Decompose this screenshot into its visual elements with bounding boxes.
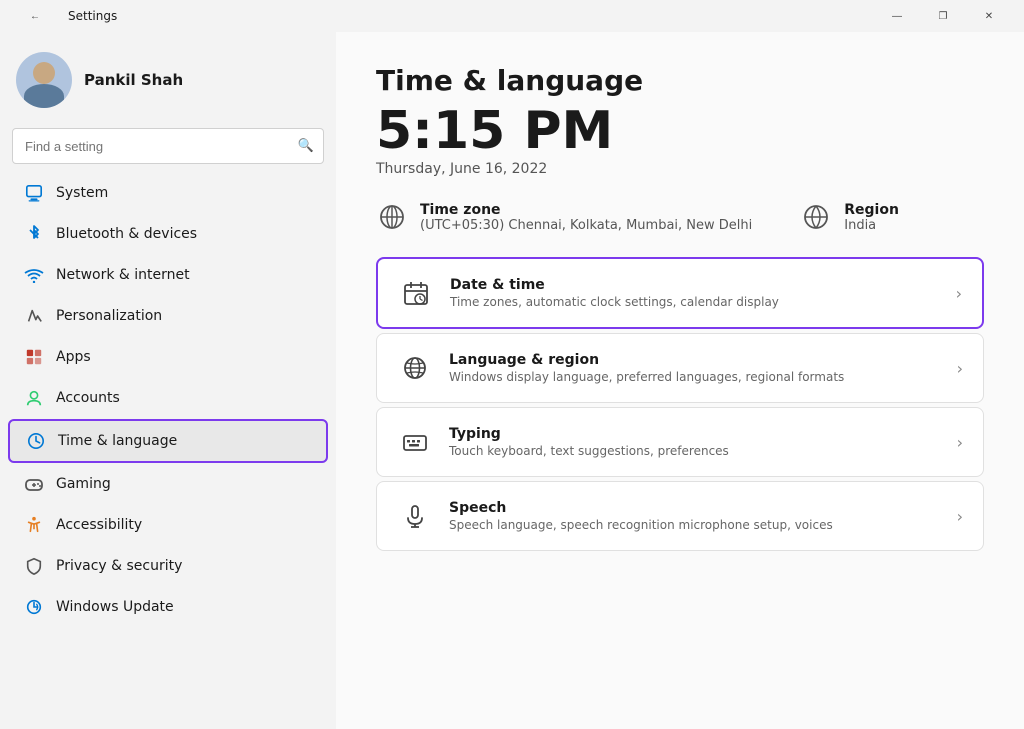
sidebar-item-system[interactable]: System bbox=[8, 173, 328, 213]
avatar-image bbox=[16, 52, 72, 108]
back-button[interactable]: ← bbox=[12, 0, 58, 32]
system-icon bbox=[24, 183, 44, 203]
timezone-icon bbox=[376, 201, 408, 233]
time-icon bbox=[26, 431, 46, 451]
date-time-title: Date & time bbox=[450, 277, 940, 293]
accessibility-icon bbox=[24, 515, 44, 535]
speech-desc: Speech language, speech recognition micr… bbox=[449, 518, 941, 532]
sidebar-item-accessibility[interactable]: Accessibility bbox=[8, 505, 328, 545]
avatar bbox=[16, 52, 72, 108]
sidebar-item-label-personalization: Personalization bbox=[56, 308, 162, 324]
sidebar-item-apps[interactable]: Apps bbox=[8, 337, 328, 377]
date-time-desc: Time zones, automatic clock settings, ca… bbox=[450, 295, 940, 309]
sidebar-item-bluetooth[interactable]: Bluetooth & devices bbox=[8, 214, 328, 254]
language-icon bbox=[397, 350, 433, 386]
language-arrow: › bbox=[957, 359, 963, 378]
gaming-icon bbox=[24, 474, 44, 494]
region-icon bbox=[800, 201, 832, 233]
region-text: Region India bbox=[844, 202, 899, 233]
typing-text: Typing Touch keyboard, text suggestions,… bbox=[449, 426, 941, 458]
content-area: Time & language 5:15 PM Thursday, June 1… bbox=[336, 32, 1024, 729]
sidebar-item-label-gaming: Gaming bbox=[56, 476, 111, 492]
region-label: Region bbox=[844, 202, 899, 218]
search-input[interactable] bbox=[12, 128, 324, 164]
language-title: Language & region bbox=[449, 352, 941, 368]
date-time-text: Date & time Time zones, automatic clock … bbox=[450, 277, 940, 309]
page-title: Time & language bbox=[376, 64, 984, 97]
app-body: Pankil Shah 🔍 System Bluetooth & devices bbox=[0, 32, 1024, 729]
titlebar-title: Settings bbox=[68, 9, 117, 23]
accounts-icon bbox=[24, 388, 44, 408]
current-date: Thursday, June 16, 2022 bbox=[376, 161, 984, 177]
region-value: India bbox=[844, 218, 899, 233]
region-info: Region India bbox=[800, 201, 899, 233]
sidebar-item-personalization[interactable]: Personalization bbox=[8, 296, 328, 336]
setting-card-speech[interactable]: Speech Speech language, speech recogniti… bbox=[376, 481, 984, 551]
sidebar-item-label-network: Network & internet bbox=[56, 267, 190, 283]
titlebar-left: ← Settings bbox=[12, 0, 117, 32]
user-name: Pankil Shah bbox=[84, 71, 183, 89]
timezone-value: (UTC+05:30) Chennai, Kolkata, Mumbai, Ne… bbox=[420, 218, 752, 233]
sidebar-item-label-privacy: Privacy & security bbox=[56, 558, 182, 574]
setting-card-date-time[interactable]: Date & time Time zones, automatic clock … bbox=[376, 257, 984, 329]
sidebar-item-network[interactable]: Network & internet bbox=[8, 255, 328, 295]
timezone-label: Time zone bbox=[420, 202, 752, 218]
sidebar-nav: System Bluetooth & devices Network & int… bbox=[0, 172, 336, 628]
typing-icon bbox=[397, 424, 433, 460]
user-section: Pankil Shah bbox=[0, 32, 336, 124]
sidebar-item-label-accounts: Accounts bbox=[56, 390, 120, 406]
language-desc: Windows display language, preferred lang… bbox=[449, 370, 941, 384]
sidebar-item-label-apps: Apps bbox=[56, 349, 91, 365]
sidebar-item-time[interactable]: Time & language bbox=[8, 419, 328, 463]
speech-icon bbox=[397, 498, 433, 534]
date-time-arrow: › bbox=[956, 284, 962, 303]
sidebar-item-label-update: Windows Update bbox=[56, 599, 174, 615]
sidebar-item-label-time: Time & language bbox=[58, 433, 177, 449]
search-box: 🔍 bbox=[12, 128, 324, 164]
titlebar-controls: — ❐ ✕ bbox=[874, 0, 1012, 32]
update-icon bbox=[24, 597, 44, 617]
info-bar: Time zone (UTC+05:30) Chennai, Kolkata, … bbox=[376, 201, 984, 233]
sidebar-item-gaming[interactable]: Gaming bbox=[8, 464, 328, 504]
language-text: Language & region Windows display langua… bbox=[449, 352, 941, 384]
personalization-icon bbox=[24, 306, 44, 326]
apps-icon bbox=[24, 347, 44, 367]
speech-text: Speech Speech language, speech recogniti… bbox=[449, 500, 941, 532]
speech-title: Speech bbox=[449, 500, 941, 516]
typing-arrow: › bbox=[957, 433, 963, 452]
settings-list: Date & time Time zones, automatic clock … bbox=[376, 257, 984, 551]
sidebar: Pankil Shah 🔍 System Bluetooth & devices bbox=[0, 32, 336, 729]
network-icon bbox=[24, 265, 44, 285]
privacy-icon bbox=[24, 556, 44, 576]
current-time: 5:15 PM bbox=[376, 105, 984, 157]
sidebar-item-label-accessibility: Accessibility bbox=[56, 517, 142, 533]
minimize-button[interactable]: — bbox=[874, 0, 920, 32]
maximize-button[interactable]: ❐ bbox=[920, 0, 966, 32]
setting-card-language[interactable]: Language & region Windows display langua… bbox=[376, 333, 984, 403]
sidebar-item-label-bluetooth: Bluetooth & devices bbox=[56, 226, 197, 242]
close-button[interactable]: ✕ bbox=[966, 0, 1012, 32]
setting-card-typing[interactable]: Typing Touch keyboard, text suggestions,… bbox=[376, 407, 984, 477]
sidebar-item-update[interactable]: Windows Update bbox=[8, 587, 328, 627]
timezone-text: Time zone (UTC+05:30) Chennai, Kolkata, … bbox=[420, 202, 752, 233]
sidebar-item-privacy[interactable]: Privacy & security bbox=[8, 546, 328, 586]
speech-arrow: › bbox=[957, 507, 963, 526]
search-icon: 🔍 bbox=[298, 139, 314, 154]
sidebar-item-label-system: System bbox=[56, 185, 108, 201]
sidebar-item-accounts[interactable]: Accounts bbox=[8, 378, 328, 418]
bluetooth-icon bbox=[24, 224, 44, 244]
typing-title: Typing bbox=[449, 426, 941, 442]
titlebar: ← Settings — ❐ ✕ bbox=[0, 0, 1024, 32]
date-time-icon bbox=[398, 275, 434, 311]
timezone-info: Time zone (UTC+05:30) Chennai, Kolkata, … bbox=[376, 201, 752, 233]
typing-desc: Touch keyboard, text suggestions, prefer… bbox=[449, 444, 941, 458]
